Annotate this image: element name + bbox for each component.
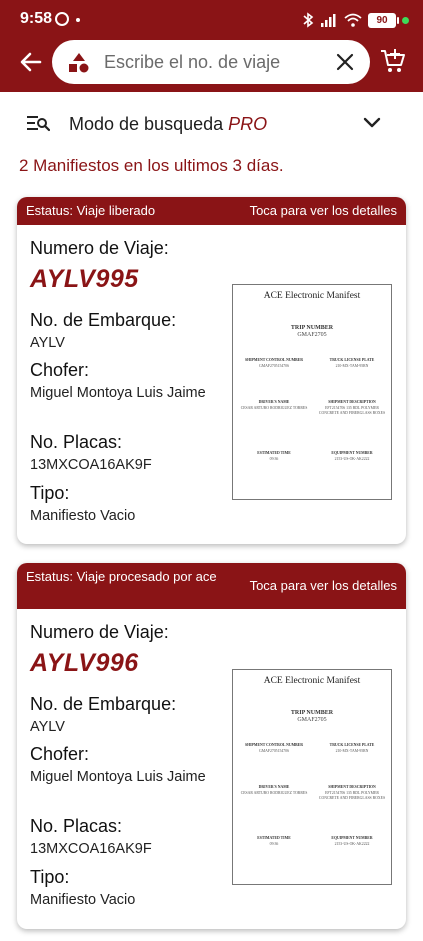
driver-label: Chofer: bbox=[30, 360, 90, 380]
wifi-icon bbox=[344, 13, 362, 27]
preview-title: ACE Electronic Manifest bbox=[263, 676, 361, 686]
plates-label: No. Placas: bbox=[30, 432, 123, 452]
preview-equipment-value: 2153-US-OK-AK2222 bbox=[334, 842, 370, 846]
preview-shipment-desc-value: EFT2154706 135 BDL POLYMER CONCRETE AND … bbox=[318, 406, 386, 415]
shipment-number-value: AYLV bbox=[30, 335, 65, 351]
preview-driver-value: CESAR ARTURO RODRIGUEZ TORRES bbox=[240, 791, 308, 795]
driver-value: Miguel Montoya Luis Jaime bbox=[30, 769, 206, 785]
results-summary: 2 Manifiestos en los ultimos 3 días. bbox=[19, 156, 284, 175]
preview-trip-value: GMAF2705 bbox=[297, 332, 327, 338]
shipment-number-label: No. de Embarque: bbox=[30, 310, 177, 330]
type-label: Tipo: bbox=[30, 483, 70, 503]
preview-shipment-desc-heading: SHIPMENT DESCRIPTION bbox=[328, 785, 376, 789]
preview-shipment-control-heading: SHIPMENT CONTROL NUMBER bbox=[245, 743, 303, 747]
status-time: 9:58 bbox=[20, 10, 53, 27]
card-details-hint: Toca para ver los detalles bbox=[249, 203, 397, 218]
close-icon[interactable] bbox=[336, 53, 354, 71]
search-mode-selector[interactable]: Modo de busqueda PRO bbox=[0, 100, 423, 146]
search-input[interactable] bbox=[104, 46, 324, 78]
preview-truck-plate-value: 210-MX-TAM-95RN bbox=[335, 364, 369, 368]
preview-truck-plate-heading: TRUCK LICENSE PLATE bbox=[329, 358, 375, 362]
manifest-card[interactable]: Estatus: Viaje liberado Toca para ver lo… bbox=[17, 197, 406, 544]
search-mode-text: Modo de busqueda bbox=[69, 114, 224, 134]
notification-dot-icon bbox=[76, 18, 80, 22]
back-arrow-icon[interactable] bbox=[18, 49, 44, 75]
trip-number-value: AYLV996 bbox=[30, 649, 139, 677]
preview-driver-heading: DRIVER'S NAME bbox=[258, 400, 290, 404]
chevron-down-icon[interactable] bbox=[362, 116, 382, 130]
trip-number-label: Numero de Viaje: bbox=[30, 238, 169, 258]
type-label: Tipo: bbox=[30, 867, 70, 887]
preview-truck-plate-value: 210-MX-TAM-95RN bbox=[335, 749, 369, 753]
status-bar: 9:58 90 bbox=[0, 0, 423, 40]
manifest-preview-thumbnail[interactable]: ACE Electronic Manifest TRIP NUMBER GMAF… bbox=[232, 284, 392, 500]
type-value: Manifiesto Vacio bbox=[30, 508, 136, 524]
plates-label: No. Placas: bbox=[30, 816, 123, 836]
search-list-icon bbox=[27, 116, 50, 132]
preview-equipment-heading: EQUIPMENT NUMBER bbox=[331, 451, 373, 455]
type-value: Manifiesto Vacio bbox=[30, 892, 136, 908]
shapes-icon bbox=[69, 53, 89, 73]
status-icons: 90 bbox=[302, 10, 409, 30]
preview-trip-heading: TRIP NUMBER bbox=[290, 325, 334, 331]
preview-equipment-heading: EQUIPMENT NUMBER bbox=[331, 836, 373, 840]
charging-dot-icon bbox=[402, 16, 409, 24]
preview-equipment-value: 2153-US-OK-AK2222 bbox=[334, 457, 370, 461]
card-status: Estatus: Viaje liberado bbox=[26, 203, 156, 218]
card-header: Estatus: Viaje liberado Toca para ver lo… bbox=[17, 197, 406, 225]
preview-est-time-heading: ESTIMATED TIME bbox=[257, 451, 291, 455]
manifest-card[interactable]: Estatus: Viaje procesado por ace Toca pa… bbox=[17, 563, 406, 929]
preview-trip-value: GMAF2705 bbox=[297, 717, 327, 723]
preview-shipment-control-value: GMAF2705154706 bbox=[259, 749, 289, 753]
driver-value: Miguel Montoya Luis Jaime bbox=[30, 385, 206, 401]
trip-number-value: AYLV995 bbox=[30, 265, 139, 293]
preview-est-time-value: 09:36 bbox=[269, 457, 279, 461]
add-to-cart-icon[interactable] bbox=[380, 48, 406, 74]
plates-value: 13MXCOA16AK9F bbox=[30, 841, 152, 857]
bluetooth-icon bbox=[303, 12, 314, 28]
preview-shipment-desc-heading: SHIPMENT DESCRIPTION bbox=[328, 400, 376, 404]
preview-truck-plate-heading: TRUCK LICENSE PLATE bbox=[329, 743, 375, 747]
card-details-hint: Toca para ver los detalles bbox=[249, 578, 397, 593]
search-mode-value: PRO bbox=[228, 114, 268, 134]
trip-number-label: Numero de Viaje: bbox=[30, 622, 169, 642]
search-bar[interactable] bbox=[52, 40, 370, 84]
plates-value: 13MXCOA16AK9F bbox=[30, 457, 152, 473]
signal-icon bbox=[321, 14, 336, 27]
preview-driver-heading: DRIVER'S NAME bbox=[258, 785, 290, 789]
whatsapp-icon bbox=[55, 12, 69, 26]
preview-driver-value: CESAR ARTURO RODRIGUEZ TORRES bbox=[240, 406, 308, 410]
preview-shipment-control-value: GMAF2705154706 bbox=[259, 364, 289, 368]
preview-shipment-desc-value: EFT2154706 135 BDL POLYMER CONCRETE AND … bbox=[318, 791, 386, 800]
manifest-preview-thumbnail[interactable]: ACE Electronic Manifest TRIP NUMBER GMAF… bbox=[232, 669, 392, 885]
driver-label: Chofer: bbox=[30, 744, 90, 764]
shipment-number-label: No. de Embarque: bbox=[30, 694, 177, 714]
app-bar: 9:58 90 bbox=[0, 0, 423, 92]
card-header: Estatus: Viaje procesado por ace Toca pa… bbox=[17, 563, 406, 609]
shipment-number-value: AYLV bbox=[30, 719, 65, 735]
preview-title: ACE Electronic Manifest bbox=[263, 291, 361, 301]
preview-est-time-value: 09:36 bbox=[269, 842, 279, 846]
card-status: Estatus: Viaje procesado por ace bbox=[26, 569, 217, 584]
preview-shipment-control-heading: SHIPMENT CONTROL NUMBER bbox=[245, 358, 303, 362]
preview-est-time-heading: ESTIMATED TIME bbox=[257, 836, 291, 840]
search-mode-label: Modo de busqueda PRO bbox=[69, 114, 267, 135]
preview-trip-heading: TRIP NUMBER bbox=[290, 710, 334, 716]
battery-indicator: 90 bbox=[368, 12, 399, 28]
